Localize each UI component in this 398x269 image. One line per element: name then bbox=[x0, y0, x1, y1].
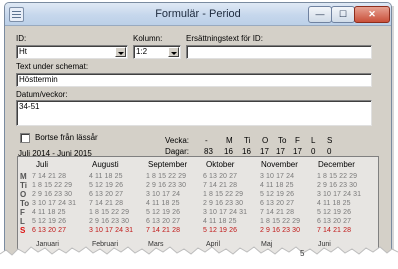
day-count: 17 bbox=[260, 147, 269, 156]
day-count: 83 bbox=[204, 147, 213, 156]
day-head: S bbox=[327, 136, 333, 145]
day-numbers: 3 10 17 24 bbox=[260, 173, 295, 180]
day-numbers: 6 13 20 27 bbox=[146, 218, 181, 225]
kolumn-label: Kolumn: bbox=[133, 34, 163, 43]
title-bar[interactable]: Formulär - Period — ☐ ✕ bbox=[5, 3, 391, 26]
month-label: Augusti bbox=[92, 160, 119, 169]
kolumn-value: 1:2 bbox=[136, 47, 148, 56]
day-count: 17 bbox=[293, 147, 302, 156]
day-numbers: 1 8 15 22 29 bbox=[146, 173, 187, 180]
day-count: 0 bbox=[311, 147, 316, 156]
weekday-letter: To bbox=[20, 199, 30, 208]
chevron-down-icon[interactable] bbox=[115, 47, 126, 57]
day-head: Ti bbox=[244, 136, 251, 145]
day-numbers: 7 14 21 28 bbox=[32, 173, 67, 180]
kolumn-dropdown[interactable]: 1:2 bbox=[133, 45, 181, 59]
month-label: December bbox=[318, 160, 355, 169]
weekday-letter: O bbox=[20, 190, 27, 199]
day-numbers: 6 13 20 27 bbox=[32, 227, 67, 234]
weekday-letter: S bbox=[20, 226, 26, 235]
torn-edge bbox=[0, 246, 398, 269]
day-numbers: 3 10 17 24 31 bbox=[89, 227, 134, 234]
day-head: O bbox=[262, 136, 269, 145]
day-count: 17 bbox=[276, 147, 285, 156]
bortse-label: Bortse från lässår bbox=[35, 133, 98, 142]
day-numbers: 4 11 18 25 bbox=[317, 200, 351, 207]
close-button[interactable]: ✕ bbox=[354, 6, 390, 23]
day-count: 16 bbox=[224, 147, 233, 156]
month-label: Juli bbox=[36, 160, 49, 169]
day-numbers: 5 12 19 26 bbox=[89, 182, 124, 189]
vecka-label: Vecka: bbox=[165, 136, 190, 145]
weekday-letter: M bbox=[20, 172, 27, 181]
day-numbers: 7 14 21 28 bbox=[260, 209, 295, 216]
day-numbers: 2 9 16 23 30 bbox=[32, 191, 73, 198]
day-numbers: 6 13 20 27 bbox=[203, 173, 238, 180]
day-numbers: 5 12 19 26 bbox=[203, 227, 238, 234]
day-numbers: 3 10 17 24 31 bbox=[32, 200, 77, 207]
day-numbers: 2 9 16 23 30 bbox=[260, 227, 301, 234]
day-numbers: 2 9 16 23 30 bbox=[203, 200, 244, 207]
datum-textarea[interactable]: 34-51 bbox=[16, 100, 372, 126]
day-numbers: 4 11 18 25 bbox=[203, 218, 237, 225]
ersattning-input[interactable] bbox=[186, 45, 372, 59]
bortse-checkbox[interactable] bbox=[20, 133, 30, 143]
day-count: 0 bbox=[327, 147, 332, 156]
month-label: November bbox=[261, 160, 298, 169]
day-numbers: 7 14 21 28 bbox=[203, 182, 238, 189]
day-numbers: 7 14 21 28 bbox=[89, 200, 124, 207]
day-numbers: 6 13 20 27 bbox=[317, 218, 352, 225]
day-numbers: 5 12 19 26 bbox=[146, 209, 181, 216]
day-numbers: 2 9 16 23 30 bbox=[146, 182, 187, 189]
day-numbers: 3 10 17 24 bbox=[146, 191, 181, 198]
maximize-button[interactable]: ☐ bbox=[331, 6, 355, 23]
day-numbers: 1 8 15 22 29 bbox=[203, 191, 244, 198]
day-numbers: 5 12 19 26 bbox=[32, 218, 67, 225]
day-numbers: 4 11 18 25 bbox=[32, 209, 66, 216]
day-numbers: 6 13 20 27 bbox=[260, 200, 295, 207]
id-label: ID: bbox=[16, 34, 27, 43]
id-dropdown[interactable]: Ht bbox=[16, 45, 128, 59]
day-head: - bbox=[205, 136, 208, 145]
day-numbers: 4 11 18 25 bbox=[260, 182, 294, 189]
day-numbers: 1 8 15 22 29 bbox=[260, 218, 301, 225]
day-numbers: 2 9 16 23 30 bbox=[317, 182, 358, 189]
month-label: September bbox=[148, 160, 188, 169]
day-numbers: 1 8 15 22 29 bbox=[89, 209, 130, 216]
day-numbers: 5 12 19 26 bbox=[260, 191, 295, 198]
day-numbers: 6 13 20 27 bbox=[89, 191, 124, 198]
day-numbers: 5 12 19 26 bbox=[317, 209, 352, 216]
day-head: F bbox=[295, 136, 300, 145]
day-numbers: 1 8 15 22 29 bbox=[317, 173, 358, 180]
day-numbers: 7 14 21 28 bbox=[146, 227, 181, 234]
day-numbers: 4 11 18 25 bbox=[89, 173, 123, 180]
day-numbers: 2 9 16 23 30 bbox=[89, 218, 130, 225]
ersattning-label: Ersättningstext för ID: bbox=[186, 34, 263, 43]
day-numbers: 7 14 21 28 bbox=[317, 227, 352, 234]
day-head: L bbox=[311, 136, 316, 145]
dagar-label: Dagar: bbox=[165, 147, 190, 156]
id-value: Ht bbox=[19, 47, 27, 56]
chevron-down-icon[interactable] bbox=[168, 47, 179, 57]
day-head: M bbox=[226, 136, 233, 145]
weekday-letter: F bbox=[20, 208, 25, 217]
day-numbers: 3 10 17 24 31 bbox=[203, 209, 248, 216]
day-numbers: 4 11 18 25 bbox=[146, 200, 180, 207]
period-form-window: Formulär - Period — ☐ ✕ ID: Ht Kolumn: 1… bbox=[4, 2, 392, 261]
day-numbers: 1 8 15 22 29 bbox=[32, 182, 73, 189]
text-under-input[interactable]: Hösttermin bbox=[16, 73, 372, 87]
month-label: Oktober bbox=[206, 160, 235, 169]
day-numbers: 3 10 17 24 31 bbox=[317, 191, 362, 198]
minimize-button[interactable]: — bbox=[308, 6, 332, 23]
weekday-letter: Ti bbox=[20, 181, 27, 190]
datum-label: Datum/veckor: bbox=[16, 90, 68, 99]
weekday-letter: L bbox=[20, 217, 25, 226]
corner-number: 5 bbox=[300, 249, 305, 258]
day-head: To bbox=[278, 136, 287, 145]
text-under-label: Text under schemat: bbox=[16, 62, 89, 71]
day-count: 16 bbox=[242, 147, 251, 156]
